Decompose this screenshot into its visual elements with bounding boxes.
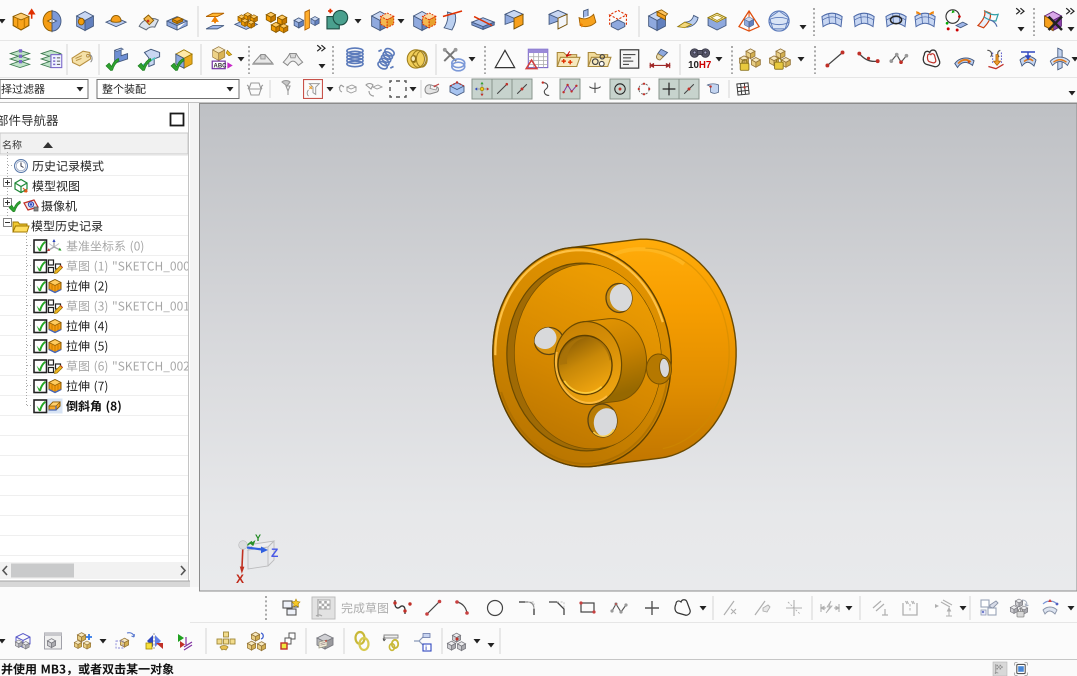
svg-text:X: X <box>236 572 244 586</box>
svg-text:10H7: 10H7 <box>688 60 711 71</box>
svg-text:Y: Y <box>255 533 261 543</box>
svg-text:ABC: ABC <box>214 63 228 69</box>
svg-text:Z: Z <box>271 546 278 560</box>
